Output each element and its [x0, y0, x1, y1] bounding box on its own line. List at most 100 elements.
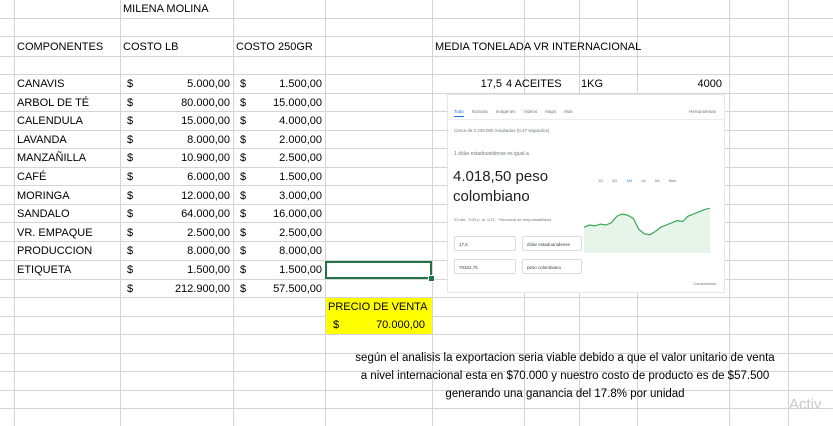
range-1a: 1A — [640, 178, 646, 183]
currency-lb[interactable]: $ — [127, 75, 133, 93]
header-media-tonelada[interactable]: MEDIA TONELADA VR INTERNACIONAL — [435, 38, 641, 56]
info-value-17-5[interactable]: 17,5 — [440, 75, 502, 93]
note-line-1: según el analisis la exportacion seria v… — [355, 352, 775, 364]
comments-link: Comentarios — [693, 281, 716, 286]
costo-250-value[interactable]: 1.500,00 — [252, 261, 322, 279]
grid-line — [0, 408, 833, 409]
costo-lb-value[interactable]: 10.900,00 — [140, 149, 230, 167]
component-name[interactable]: PRODUCCION — [17, 242, 92, 260]
costo-250-value[interactable]: 15.000,00 — [252, 94, 322, 112]
currency-lb[interactable]: $ — [127, 205, 133, 223]
precio-currency[interactable]: $ — [333, 316, 339, 334]
currency-gr[interactable]: $ — [240, 168, 246, 186]
component-name[interactable]: LAVANDA — [17, 131, 67, 149]
precio-label[interactable]: PRECIO DE VENTA — [328, 298, 427, 316]
grid-line — [0, 18, 833, 19]
costo-lb-value[interactable]: 1.500,00 — [140, 261, 230, 279]
header-costo-lb[interactable]: COSTO LB — [123, 38, 178, 56]
range-1m: 1M — [626, 178, 632, 183]
converted-input: 70322,75 — [454, 259, 516, 274]
tab-noticias: Noticias — [471, 109, 488, 114]
component-name[interactable]: CAFÉ — [17, 168, 46, 186]
costo-250-value[interactable]: 3.000,00 — [252, 187, 322, 205]
amount-input: 17,5 — [454, 236, 516, 251]
conclusion-note[interactable]: según el analisis la exportacion seria v… — [320, 349, 810, 403]
costo-lb-value[interactable]: 15.000,00 — [140, 112, 230, 130]
currency-lb[interactable]: $ — [127, 112, 133, 130]
currency-gr[interactable]: $ — [240, 112, 246, 130]
note-line-2: a nivel internacional esta en $70.000 y … — [360, 370, 770, 382]
currency-gr[interactable]: $ — [240, 149, 246, 167]
header-costo-250[interactable]: COSTO 250GR — [236, 38, 313, 56]
costo-lb-value[interactable]: 8.000,00 — [140, 131, 230, 149]
chart-ranges: 1D 5D 1M 1A 5A Máx. — [598, 178, 677, 183]
currency-lb[interactable]: $ — [127, 261, 133, 279]
sheet-title[interactable]: MILENA MOLINA — [123, 0, 209, 18]
embedded-search-screenshot[interactable]: Todo Noticias Imágenes Videos Maps Más H… — [448, 95, 724, 292]
currency-lb[interactable]: $ — [127, 187, 133, 205]
currency-lb[interactable]: $ — [127, 149, 133, 167]
total-costo-lb[interactable]: 212.900,00 — [140, 280, 230, 298]
currency-gr[interactable]: $ — [240, 131, 246, 149]
costo-250-value[interactable]: 2.500,00 — [252, 149, 322, 167]
grid-line — [233, 0, 234, 426]
currency-gr[interactable]: $ — [240, 261, 246, 279]
total-costo-250[interactable]: 57.500,00 — [252, 280, 322, 298]
costo-lb-value[interactable]: 6.000,00 — [140, 168, 230, 186]
costo-250-value[interactable]: 4.000,00 — [252, 112, 322, 130]
tab-imagenes: Imágenes — [495, 109, 516, 114]
info-4000[interactable]: 4000 — [660, 75, 722, 93]
grid-line — [0, 56, 833, 57]
currency-lb[interactable]: $ — [127, 131, 133, 149]
costo-250-value[interactable]: 1.500,00 — [252, 75, 322, 93]
currency-lb[interactable]: $ — [127, 224, 133, 242]
costo-250-value[interactable]: 8.000,00 — [252, 242, 322, 260]
component-name[interactable]: CANAVIS — [17, 75, 64, 93]
component-name[interactable]: CALENDULA — [17, 112, 83, 130]
costo-250-value[interactable]: 2.500,00 — [252, 224, 322, 242]
total-currency-lb[interactable]: $ — [127, 280, 133, 298]
fill-handle[interactable] — [428, 275, 435, 282]
currency-gr[interactable]: $ — [240, 224, 246, 242]
range-5d: 5D — [612, 178, 618, 183]
costo-lb-value[interactable]: 80.000,00 — [140, 94, 230, 112]
currency-gr[interactable]: $ — [240, 242, 246, 260]
currency-gr[interactable]: $ — [240, 205, 246, 223]
header-componentes[interactable]: COMPONENTES — [17, 38, 103, 56]
currency-gr[interactable]: $ — [240, 187, 246, 205]
unit-select-cop: peso colombiano — [522, 259, 582, 274]
selected-cell[interactable] — [325, 261, 432, 279]
component-name[interactable]: ARBOL DE TÉ — [17, 94, 89, 112]
exchange-rate-chart — [584, 207, 710, 253]
currency-gr[interactable]: $ — [240, 94, 246, 112]
component-name[interactable]: VR. EMPAQUE — [17, 224, 93, 242]
component-name[interactable]: ETIQUETA — [17, 261, 71, 279]
costo-lb-value[interactable]: 2.500,00 — [140, 224, 230, 242]
costo-lb-value[interactable]: 5.000,00 — [140, 75, 230, 93]
costo-lb-value[interactable]: 64.000,00 — [140, 205, 230, 223]
component-name[interactable]: SANDALO — [17, 205, 70, 223]
info-aceites[interactable]: 4 ACEITES — [506, 75, 562, 93]
tab-mas: Más — [564, 109, 573, 114]
grid-line — [0, 36, 833, 37]
unit-select-usd: dólar estadounidense — [522, 236, 582, 251]
currency-lb[interactable]: $ — [127, 168, 133, 186]
range-1d: 1D — [598, 178, 604, 183]
costo-250-value[interactable]: 1.500,00 — [252, 168, 322, 186]
divider — [448, 119, 724, 120]
total-currency-gr[interactable]: $ — [240, 280, 246, 298]
grid-line — [0, 93, 833, 94]
component-name[interactable]: MORINGA — [17, 187, 70, 205]
costo-250-value[interactable]: 16.000,00 — [252, 205, 322, 223]
costo-250-value[interactable]: 2.000,00 — [252, 131, 322, 149]
search-tools: Herramientas — [688, 109, 716, 114]
costo-lb-value[interactable]: 12.000,00 — [140, 187, 230, 205]
conversion-question: 1 dólar estadounidense es igual a — [454, 151, 529, 157]
precio-value[interactable]: 70.000,00 — [345, 316, 425, 334]
component-name[interactable]: MANZAÑILLA — [17, 149, 86, 167]
costo-lb-value[interactable]: 8.000,00 — [140, 242, 230, 260]
currency-lb[interactable]: $ — [127, 242, 133, 260]
currency-lb[interactable]: $ — [127, 94, 133, 112]
info-kg[interactable]: 1KG — [581, 75, 603, 93]
currency-gr[interactable]: $ — [240, 75, 246, 93]
